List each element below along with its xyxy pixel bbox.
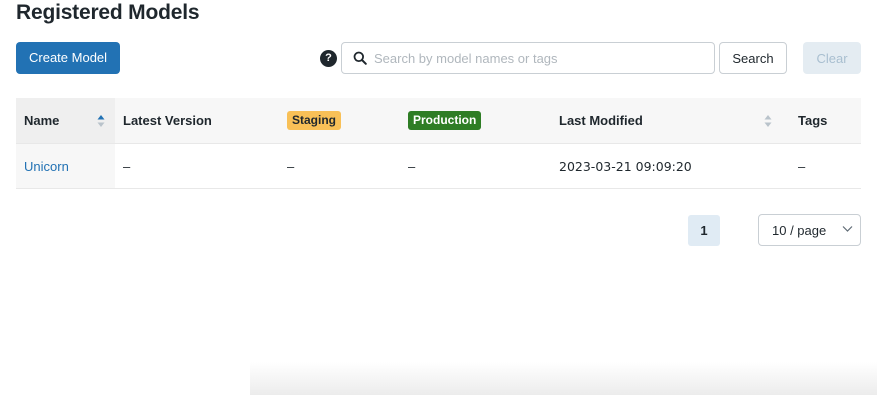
- page-title: Registered Models: [16, 1, 200, 24]
- column-header-label: Last Modified: [559, 113, 643, 128]
- search-icon: [353, 51, 367, 65]
- bottom-shadow: [250, 362, 877, 395]
- staging-badge: Staging: [287, 111, 341, 130]
- search-button[interactable]: Search: [719, 42, 787, 74]
- table-header-row: Name Latest Version Staging Production L…: [16, 98, 861, 144]
- column-header-label: Latest Version: [123, 113, 212, 128]
- chevron-down-icon: [842, 226, 853, 232]
- pagination-page-button[interactable]: 1: [688, 215, 720, 246]
- create-model-button[interactable]: Create Model: [16, 42, 121, 74]
- page-size-value: 10 / page: [772, 223, 827, 238]
- column-header-name[interactable]: Name: [16, 98, 115, 144]
- sort-arrows-icon[interactable]: [763, 113, 773, 129]
- clear-button[interactable]: Clear: [803, 42, 861, 74]
- page-size-select[interactable]: 10 / page: [758, 214, 861, 246]
- column-header-staging: Staging: [279, 98, 400, 144]
- column-header-label: Name: [24, 113, 60, 128]
- name-cell: Unicorn: [16, 143, 115, 189]
- tags-cell: –: [790, 143, 861, 189]
- column-header-production: Production: [400, 98, 551, 144]
- sort-arrows-icon[interactable]: [96, 113, 106, 129]
- column-header-latest-version: Latest Version: [115, 98, 279, 144]
- production-cell: –: [400, 143, 551, 189]
- toolbar: Create Model ? Search Clear: [16, 42, 861, 74]
- staging-cell: –: [279, 143, 400, 189]
- last-modified-cell: 2023-03-21 09:09:20: [551, 143, 790, 189]
- table-row: Unicorn – – – 2023-03-21 09:09:20 –: [16, 143, 861, 189]
- latest-version-cell: –: [115, 143, 279, 189]
- search-input[interactable]: [374, 43, 704, 73]
- column-header-last-modified[interactable]: Last Modified: [551, 98, 790, 144]
- column-header-tags: Tags: [790, 98, 861, 144]
- model-link[interactable]: Unicorn: [24, 159, 69, 174]
- help-icon[interactable]: ?: [320, 50, 337, 67]
- column-header-label: Tags: [798, 113, 828, 128]
- search-box[interactable]: [341, 42, 715, 74]
- production-badge: Production: [408, 111, 482, 130]
- models-table: Name Latest Version Staging Production L…: [16, 98, 861, 189]
